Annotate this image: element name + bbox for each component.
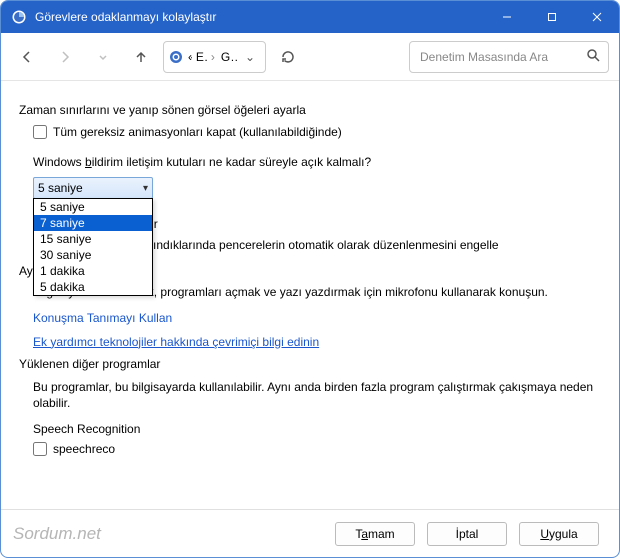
installed-programs-text: Bu programlar, bu bilgisayarda kullanıla…	[33, 379, 595, 413]
cancel-button[interactable]: İptal	[427, 522, 507, 546]
search-icon[interactable]	[586, 48, 600, 65]
section-installed-programs-heading: Yüklenen diğer programlar	[19, 357, 595, 371]
assistive-tech-online-link[interactable]: Ek yardımcı teknolojiler hakkında çevrim…	[33, 335, 595, 349]
content-area: Zaman sınırlarını ve yanıp sönen görsel …	[1, 81, 619, 509]
option-1-dakika[interactable]: 1 dakika	[34, 263, 152, 279]
option-15-saniye[interactable]: 15 saniye	[34, 231, 152, 247]
button-bar: Sordum.net Tamam İptal Uygula	[1, 509, 619, 557]
app-icon	[11, 9, 27, 25]
titlebar: Görevlere odaklanmayı kolaylaştır	[1, 1, 619, 33]
refresh-button[interactable]	[272, 41, 304, 73]
window: Görevlere odaklanmayı kolaylaştır	[0, 0, 620, 558]
breadcrumb-item-1[interactable]: Erişi...	[194, 50, 207, 64]
option-5-saniye[interactable]: 5 saniye	[34, 199, 152, 215]
speechreco-row[interactable]: speechreco	[33, 442, 595, 456]
breadcrumb-icon	[168, 49, 184, 65]
notification-duration-dropdown[interactable]: 5 saniye 7 saniye 15 saniye 30 saniye 1 …	[33, 198, 153, 296]
use-speech-recognition-link[interactable]: Konuşma Tanımayı Kullan	[33, 311, 595, 325]
search-box[interactable]	[409, 41, 609, 73]
breadcrumb-root[interactable]: «	[186, 50, 192, 64]
notification-duration-value: 5 saniye	[38, 181, 143, 195]
breadcrumb[interactable]: « Erişi... › Görevle... ⌄	[163, 41, 266, 73]
notification-duration-label: Windows bildirim iletişim kutuları ne ka…	[33, 155, 595, 169]
chevron-down-icon: ▾	[143, 183, 148, 194]
option-30-saniye[interactable]: 30 saniye	[34, 247, 152, 263]
close-button[interactable]	[574, 1, 619, 33]
window-controls	[484, 1, 619, 33]
disable-animations-row[interactable]: Tüm gereksiz animasyonları kapat (kullan…	[33, 125, 595, 139]
section-time-limits-heading: Zaman sınırlarını ve yanıp sönen görsel …	[19, 103, 595, 117]
maximize-button[interactable]	[529, 1, 574, 33]
notification-duration-combo[interactable]: 5 saniye ▾	[33, 177, 153, 199]
speechreco-checkbox[interactable]	[33, 442, 47, 456]
minimize-button[interactable]	[484, 1, 529, 33]
option-7-saniye[interactable]: 7 saniye	[34, 215, 152, 231]
chevron-down-icon[interactable]: ⌄	[239, 50, 261, 64]
breadcrumb-item-2[interactable]: Görevle...	[219, 50, 237, 64]
chevron-right-icon: ›	[209, 50, 217, 64]
back-button[interactable]	[11, 41, 43, 73]
speechreco-label: speechreco	[53, 442, 115, 456]
watermark: Sordum.net	[13, 524, 101, 544]
search-input[interactable]	[418, 49, 580, 65]
option-5-dakika[interactable]: 5 dakika	[34, 279, 152, 295]
window-title: Görevlere odaklanmayı kolaylaştır	[35, 10, 484, 24]
ok-button[interactable]: Tamam	[335, 522, 415, 546]
recent-dropdown-button[interactable]	[87, 41, 119, 73]
forward-button[interactable]	[49, 41, 81, 73]
program-title: Speech Recognition	[33, 422, 595, 436]
toolbar: « Erişi... › Görevle... ⌄	[1, 33, 619, 81]
up-button[interactable]	[125, 41, 157, 73]
disable-animations-checkbox[interactable]	[33, 125, 47, 139]
disable-animations-label: Tüm gereksiz animasyonları kapat (kullan…	[53, 125, 342, 139]
apply-button[interactable]: Uygula	[519, 522, 599, 546]
notification-combo-region: 5 saniye ▾ 5 saniye 7 saniye 15 saniye 3…	[33, 177, 595, 278]
